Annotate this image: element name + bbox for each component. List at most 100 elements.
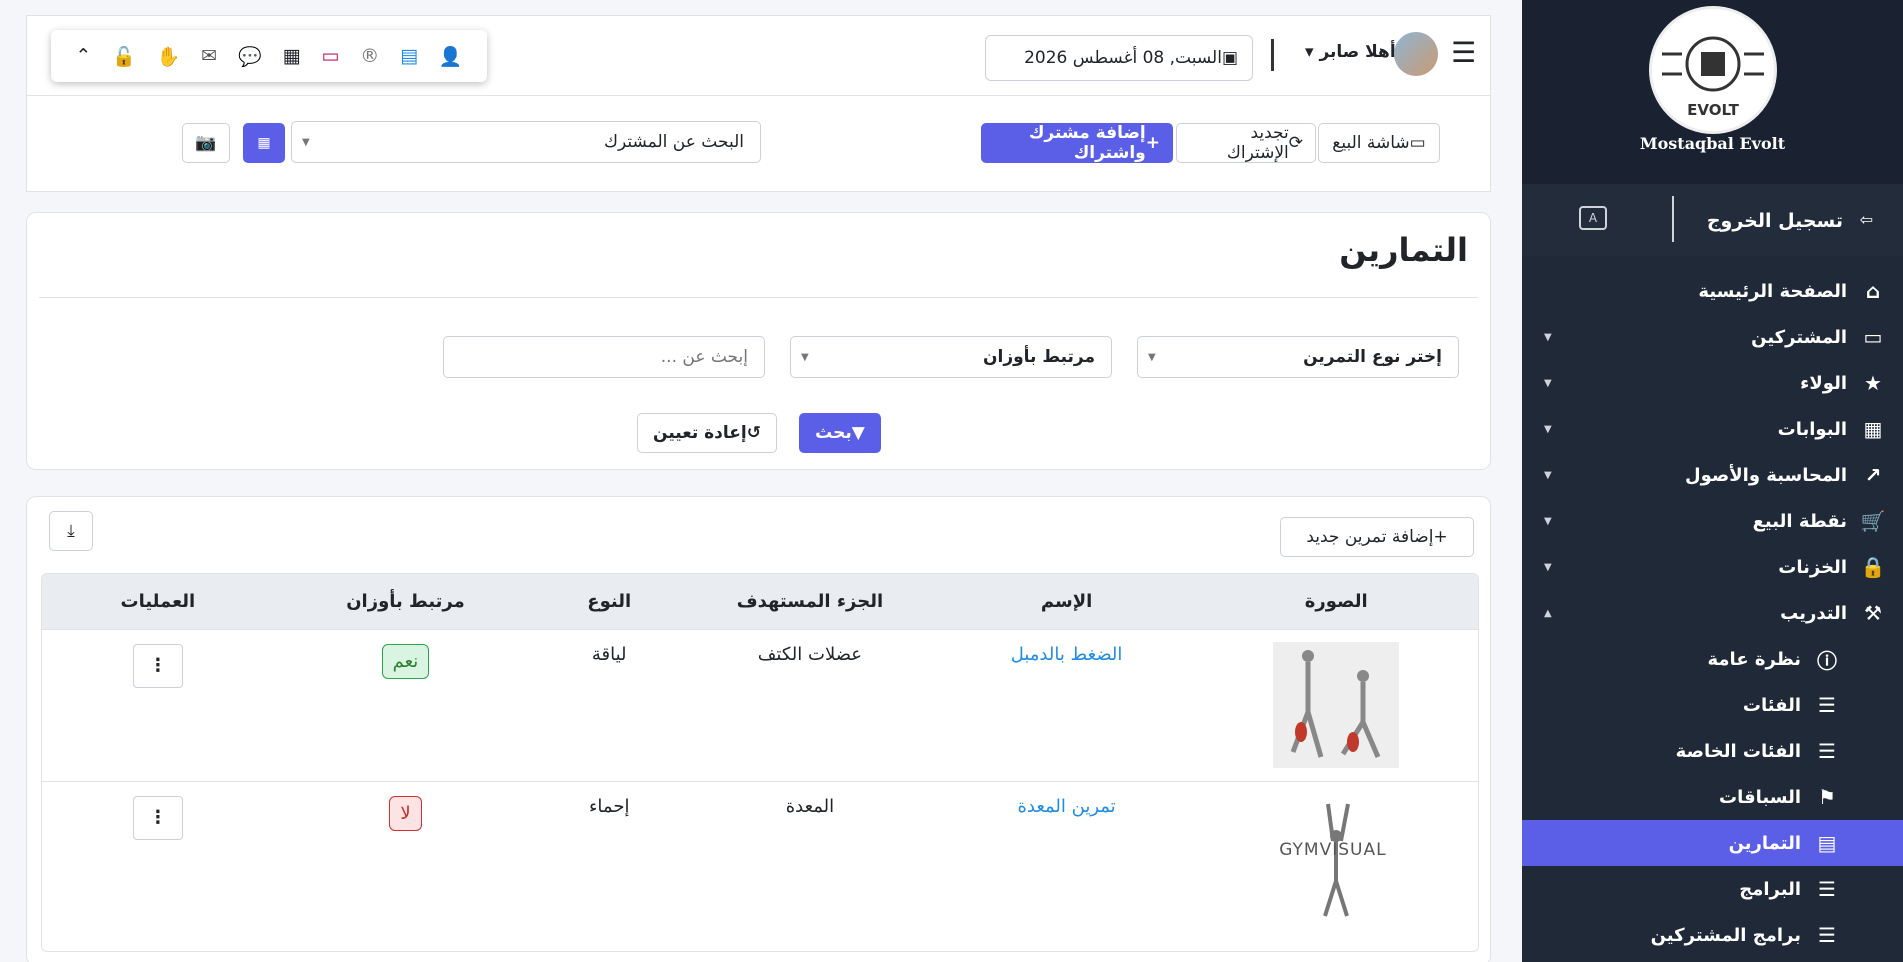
- sidebar-item-label: التمارين: [1728, 832, 1801, 854]
- logout-row: ⇦ تسجيل الخروج A: [1522, 184, 1903, 256]
- download-icon: ⤓: [67, 521, 75, 541]
- search-button[interactable]: ▼ بحث: [799, 413, 881, 453]
- laptop-icon: ▭: [1863, 325, 1883, 349]
- pos-button[interactable]: ▭ شاشة البيع: [1318, 123, 1440, 163]
- language-icon[interactable]: A: [1579, 206, 1607, 230]
- exercises-table: الصورة الإسم الجزء المستهدف النوع مرتبط …: [41, 573, 1479, 952]
- qr-scan-button[interactable]: ▦: [243, 123, 285, 163]
- sidebar-item-label: المحاسبة والأصول: [1684, 464, 1847, 486]
- user-menu[interactable]: أهلا صابر ▾: [1305, 42, 1396, 62]
- registered-icon[interactable]: ®: [360, 45, 379, 67]
- renew-subscription-button[interactable]: ⟳ تجديد الإشتراك: [1176, 123, 1316, 163]
- avatar[interactable]: [1394, 32, 1438, 76]
- exercise-name-link[interactable]: الضغط بالدمبل: [1011, 644, 1123, 665]
- sidebar: EVOLT Mostaqbal Evolt ⇦ تسجيل الخروج A ⌂…: [1522, 0, 1903, 962]
- logout-button[interactable]: تسجيل الخروج: [1707, 210, 1843, 232]
- info-icon: ⓘ: [1817, 648, 1837, 673]
- sidebar-item-label: البوابات: [1777, 418, 1847, 440]
- filter-card: التمارين إختر نوع التمرين ▼ مرتبط بأوزان ▼…: [26, 212, 1491, 470]
- unlock-icon[interactable]: 🔓: [112, 45, 136, 68]
- caret-down-icon: ▼: [1544, 331, 1552, 343]
- brand: EVOLT Mostaqbal Evolt: [1522, 0, 1903, 184]
- list-icon: ☰: [1818, 739, 1836, 763]
- add-member-button[interactable]: + إضافة مشترك واشتراك: [981, 123, 1173, 163]
- sidebar-item-private-categories[interactable]: ☰ الفئات الخاصة: [1522, 728, 1903, 774]
- weights-select[interactable]: مرتبط بأوزان ▼: [790, 336, 1112, 378]
- member-search-select[interactable]: البحث عن المشترك ▼: [291, 121, 761, 163]
- type-cell: لياقة: [591, 644, 627, 665]
- sidebar-item-safes[interactable]: 🔒 الخزنات ▼: [1522, 544, 1903, 590]
- download-button[interactable]: ⤓: [49, 511, 93, 551]
- col-name: الإسم: [1040, 591, 1093, 612]
- header-divider: [1271, 39, 1274, 71]
- sidebar-item-training[interactable]: ⚒ التدريب ▲: [1522, 590, 1903, 636]
- caret-up-icon: ▲: [1544, 607, 1552, 619]
- camera-icon: 📷: [195, 133, 217, 153]
- table-header: الصورة الإسم الجزء المستهدف النوع مرتبط …: [42, 574, 1478, 629]
- sidebar-item-categories[interactable]: ☰ الفئات: [1522, 682, 1903, 728]
- logo-text: EVOLT: [1687, 101, 1739, 119]
- envelope-icon[interactable]: ✉: [201, 45, 217, 67]
- sidebar-item-races[interactable]: ⚑ السباقات: [1522, 774, 1903, 820]
- cart-icon: 🛒: [1860, 509, 1886, 533]
- user-plus-icon[interactable]: 👤: [439, 45, 463, 68]
- sidebar-item-home[interactable]: ⌂ الصفحة الرئيسية: [1522, 268, 1903, 314]
- sign-out-icon: ⇦: [1859, 210, 1873, 229]
- table-row: GYMVISUAL تمرين المعدة المعدة إحماء لا ⋮: [42, 781, 1478, 951]
- chevron-up-icon[interactable]: ⌃: [75, 45, 91, 67]
- sidebar-item-overview[interactable]: ⓘ نظرة عامة: [1522, 636, 1903, 682]
- money-icon[interactable]: ▭: [321, 45, 339, 67]
- date-display[interactable]: ▣ السبت, 08 أغسطس 2026: [985, 35, 1253, 81]
- calendar-icon[interactable]: ▤: [400, 45, 418, 67]
- qrcode-icon: ▦: [257, 135, 271, 151]
- caret-down-icon: ▼: [1544, 469, 1552, 481]
- sidebar-item-programs[interactable]: ☰ البرامج: [1522, 866, 1903, 912]
- col-weights: مرتبط بأوزان: [346, 591, 465, 612]
- sidebar-item-label: الفئات الخاصة: [1675, 740, 1801, 762]
- exercise-type-select[interactable]: إختر نوع التمرين ▼: [1137, 336, 1459, 378]
- sidebar-item-member-programs[interactable]: ☰ برامج المشتركين: [1522, 912, 1903, 958]
- menu-toggle-icon[interactable]: ☰: [1451, 36, 1476, 69]
- sidebar-nav: ⌂ الصفحة الرئيسية ▭ المشتركين ▼ ★ الولاء ▼ ▦ ا…: [1522, 268, 1903, 958]
- add-exercise-button[interactable]: + إضافة تمرين جديد: [1280, 517, 1474, 557]
- flag-icon: ⚑: [1818, 785, 1836, 809]
- sidebar-item-gates[interactable]: ▦ البوابات ▼: [1522, 406, 1903, 452]
- top-header: ⌃ 🔓 ✋ ✉ 💬 ▦ ▭ ® ▤ 👤 ▣ السبت, 08 أغسطس 20…: [26, 15, 1491, 192]
- sidebar-item-accounting[interactable]: ↗ المحاسبة والأصول ▼: [1522, 452, 1903, 498]
- reset-label: إعادة تعيين: [653, 423, 747, 443]
- page-title: التمارين: [1339, 231, 1468, 269]
- camera-button[interactable]: 📷: [182, 123, 230, 163]
- star-icon: ★: [1864, 371, 1882, 395]
- renew-label: تجديد الإشتراك: [1226, 123, 1289, 163]
- sidebar-item-pos[interactable]: 🛒 نقطة البيع ▼: [1522, 498, 1903, 544]
- exercise-name-link[interactable]: تمرين المعدة: [1017, 796, 1115, 817]
- target-cell: المعدة: [785, 796, 835, 817]
- sidebar-item-label: نظرة عامة: [1707, 648, 1802, 670]
- list-icon: ☰: [1818, 693, 1836, 717]
- reset-button[interactable]: ↺ إعادة تعيين: [637, 413, 777, 453]
- col-actions: العمليات: [120, 591, 196, 612]
- sidebar-item-label: البرامج: [1739, 878, 1801, 900]
- caret-down-icon: ▼: [1544, 377, 1552, 389]
- sidebar-item-label: نقطة البيع: [1752, 510, 1847, 532]
- hand-icon[interactable]: ✋: [157, 45, 181, 68]
- add-label: إضافة مشترك واشتراك: [1028, 123, 1146, 163]
- plus-icon: +: [1145, 133, 1160, 153]
- lunge-figure: [1290, 650, 1381, 758]
- comment-icon[interactable]: 💬: [238, 45, 262, 68]
- sidebar-item-exercises[interactable]: ▤ التمارين: [1522, 820, 1903, 866]
- sidebar-item-loyalty[interactable]: ★ الولاء ▼: [1522, 360, 1903, 406]
- qrcode-icon[interactable]: ▦: [283, 45, 301, 67]
- actions-menu-button[interactable]: ⋮: [132, 644, 183, 688]
- search-input[interactable]: [443, 336, 765, 378]
- sidebar-item-label: الولاء: [1800, 372, 1847, 394]
- table-row: الضغط بالدمبل عضلات الكتف لياقة نعم ⋮: [42, 629, 1478, 781]
- type-cell: إحماء: [588, 796, 630, 817]
- list-icon: ☰: [1818, 923, 1836, 947]
- actions-menu-button[interactable]: ⋮: [132, 796, 183, 840]
- sidebar-item-members[interactable]: ▭ المشتركين ▼: [1522, 314, 1903, 360]
- add-exercise-label: إضافة تمرين جديد: [1306, 527, 1434, 547]
- date-text: السبت, 08 أغسطس 2026: [1024, 48, 1222, 68]
- target-cell: عضلات الكتف: [757, 644, 863, 665]
- col-target: الجزء المستهدف: [736, 591, 884, 612]
